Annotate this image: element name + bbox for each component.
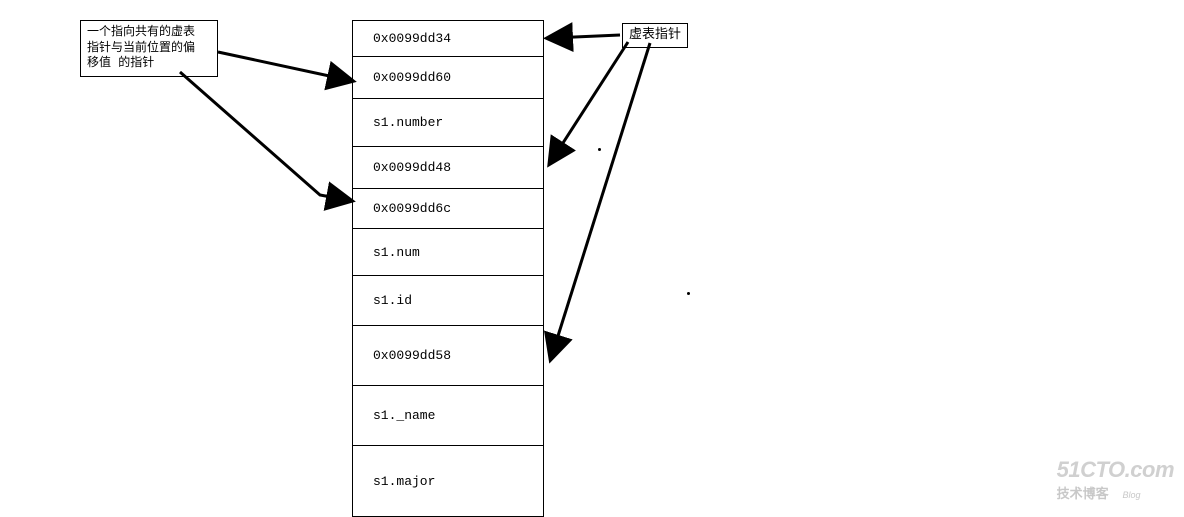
arrow-right-to-row8	[552, 43, 650, 355]
right-annotation-box: 虚表指针	[622, 23, 688, 48]
memory-cell-value: 0x0099dd48	[373, 160, 451, 175]
memory-cell-value: s1.num	[373, 245, 420, 260]
memory-cell: s1._name	[353, 386, 543, 446]
arrow-right-to-row4	[552, 42, 628, 160]
left-annotation-line3: 移值 的指针	[87, 56, 211, 72]
memory-cell-value: 0x0099dd60	[373, 70, 451, 85]
memory-cell: 0x0099dd48	[353, 147, 543, 189]
watermark-subtitle: 技术博客	[1057, 486, 1109, 501]
watermark: 51CTO.com 技术博客 Blog	[1057, 457, 1174, 502]
memory-cell-value: 0x0099dd6c	[373, 201, 451, 216]
left-annotation-line2: 指针与当前位置的偏	[87, 41, 211, 57]
memory-cell: 0x0099dd58	[353, 326, 543, 386]
memory-cell: s1.num	[353, 229, 543, 276]
left-annotation-box: 一个指向共有的虚表 指针与当前位置的偏 移值 的指针	[80, 20, 218, 77]
left-annotation-line1: 一个指向共有的虚表	[87, 25, 211, 41]
memory-layout-table: 0x0099dd34 0x0099dd60 s1.number 0x0099dd48 0…	[352, 20, 544, 517]
memory-cell-value: s1.id	[373, 293, 412, 308]
memory-cell-value: 0x0099dd58	[373, 348, 451, 363]
memory-cell: 0x0099dd34	[353, 21, 543, 57]
dot-decoration	[687, 292, 690, 295]
arrow-right-to-row1	[552, 35, 620, 38]
dot-decoration	[598, 148, 601, 151]
watermark-site: 51CTO.com	[1057, 457, 1174, 483]
arrow-left-to-row5	[180, 72, 347, 200]
memory-cell: s1.major	[353, 446, 543, 516]
memory-cell-value: s1.number	[373, 115, 443, 130]
memory-cell-value: 0x0099dd34	[373, 31, 451, 46]
watermark-blog: Blog	[1122, 490, 1140, 500]
memory-cell: 0x0099dd60	[353, 57, 543, 99]
memory-cell: s1.id	[353, 276, 543, 326]
memory-cell: s1.number	[353, 99, 543, 147]
arrow-left-to-row2	[218, 52, 348, 80]
memory-cell-value: s1.major	[373, 474, 435, 489]
memory-cell: 0x0099dd6c	[353, 189, 543, 229]
right-annotation-text: 虚表指针	[629, 27, 681, 42]
memory-cell-value: s1._name	[373, 408, 435, 423]
